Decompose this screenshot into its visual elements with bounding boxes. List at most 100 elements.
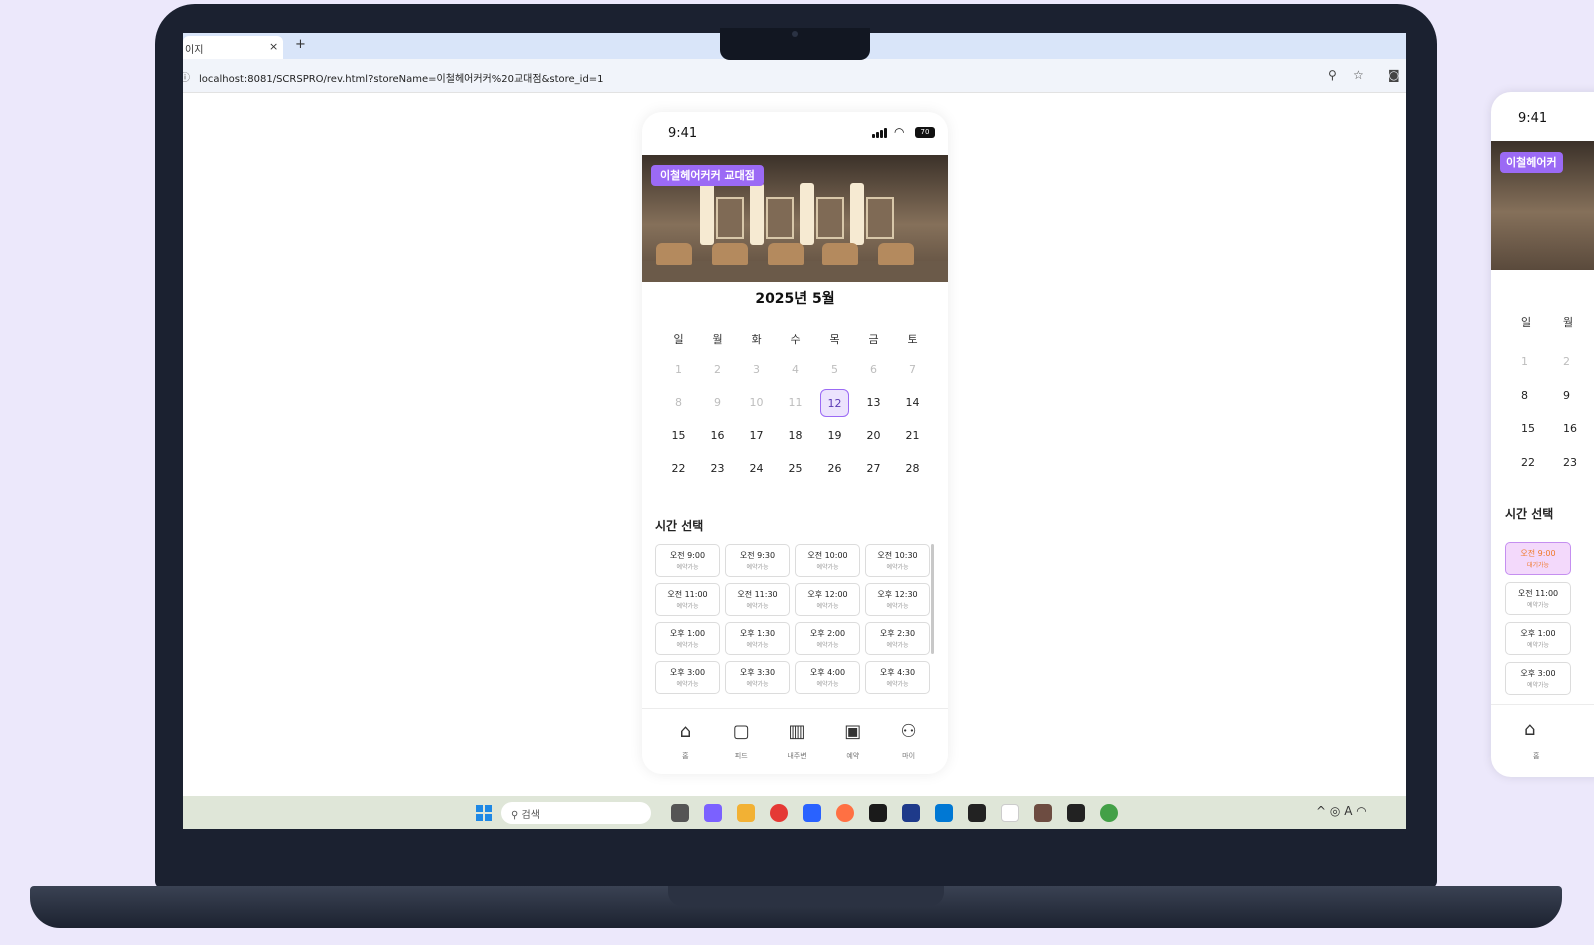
time-slot[interactable]: 오전 10:30 예약가능 (865, 544, 930, 577)
eye-off-icon[interactable]: ◎ (1330, 804, 1340, 818)
calendar-day[interactable]: 17 (737, 422, 776, 450)
calendar-day: 3 (753, 363, 760, 376)
tab-close-button[interactable]: × (269, 40, 278, 53)
app-icon[interactable] (902, 804, 920, 822)
time-slot[interactable]: 오후 3:30 예약가능 (725, 661, 790, 694)
time-slot[interactable]: 오후 3:00 예약가능 (1505, 662, 1571, 695)
nav-item-reservation[interactable]: ▣ 예약 (825, 709, 880, 774)
slot-status: 예약가능 (746, 681, 769, 688)
status-bar: 9:41 ◠ 70 (642, 112, 948, 155)
calendar-day[interactable]: 22 (659, 455, 698, 483)
calendar-day[interactable]: 19 (815, 422, 854, 450)
calendar-day: 2 (714, 363, 721, 376)
status-time: 9:41 (668, 126, 698, 141)
app-icon[interactable] (1034, 804, 1052, 822)
calendar-day[interactable]: 26 (815, 455, 854, 483)
copilot-icon[interactable] (704, 804, 722, 822)
taskbar-search[interactable]: ⚲ 검색 (501, 802, 651, 824)
file-explorer-icon[interactable] (737, 804, 755, 822)
new-tab-button[interactable]: + (295, 37, 306, 52)
calendar-day[interactable]: 24 (737, 455, 776, 483)
browser-tab[interactable]: 이지 × (183, 36, 283, 59)
weekday-label: 화 (751, 333, 762, 346)
calendar-day[interactable]: 9 (1563, 389, 1570, 402)
firefox-icon[interactable] (836, 804, 854, 822)
calendar-day[interactable]: 14 (893, 389, 932, 417)
time-slot[interactable]: 오후 12:00 예약가능 (795, 583, 860, 616)
calendar-day[interactable]: 18 (776, 422, 815, 450)
nav-item-my[interactable]: ⚇ 마이 (881, 709, 936, 774)
windows-start-icon[interactable] (476, 805, 492, 821)
calendar-day: 1 (1521, 355, 1528, 368)
weekday-label: 월 (1563, 316, 1574, 329)
calendar-day[interactable]: 27 (854, 455, 893, 483)
chevron-up-icon[interactable]: ^ (1316, 804, 1326, 818)
task-view-icon[interactable] (671, 804, 689, 822)
info-icon[interactable]: ⓘ (183, 69, 190, 84)
time-slot-selected[interactable]: 오전 9:00 대기가능 (1505, 542, 1571, 575)
calendar-day: 10 (749, 396, 764, 409)
nav-item-feed[interactable]: ▢ 피드 (714, 709, 769, 774)
weekday-label: 일 (673, 333, 684, 346)
slot-time: 오후 12:30 (877, 590, 918, 599)
calendar-day: 11 (788, 396, 803, 409)
calendar-week: 15 16 17 18 19 20 21 (659, 422, 932, 450)
calendar-day[interactable]: 13 (854, 389, 893, 417)
app-icon[interactable] (1067, 804, 1085, 822)
dropbox-icon[interactable] (869, 804, 887, 822)
time-slot[interactable]: 오후 2:30 예약가능 (865, 622, 930, 655)
time-slot[interactable]: 오후 4:30 예약가능 (865, 661, 930, 694)
time-slot[interactable]: 오전 11:30 예약가능 (725, 583, 790, 616)
calendar-day[interactable]: 8 (1521, 389, 1528, 402)
calendar-icon: ▣ (844, 721, 862, 742)
time-slot[interactable]: 오후 1:00 예약가능 (1505, 622, 1571, 655)
calendar-day[interactable]: 16 (698, 422, 737, 450)
time-slot[interactable]: 오전 10:00 예약가능 (795, 544, 860, 577)
url-text[interactable]: localhost:8081/SCRSPRO/rev.html?storeNam… (199, 70, 604, 85)
chrome-icon[interactable] (1100, 804, 1118, 822)
calendar-day[interactable]: 28 (893, 455, 932, 483)
font-icon[interactable]: A (1344, 804, 1352, 818)
slot-status: 예약가능 (816, 681, 839, 688)
editor-icon[interactable] (968, 804, 986, 822)
calendar-day[interactable]: 21 (893, 422, 932, 450)
time-slot[interactable]: 오전 9:00 예약가능 (655, 544, 720, 577)
chrome-icon[interactable] (770, 804, 788, 822)
calendar-day[interactable]: 23 (698, 455, 737, 483)
time-slot[interactable]: 오전 11:00 예약가능 (655, 583, 720, 616)
wifi-icon[interactable]: ◠ (1356, 804, 1366, 818)
time-slot[interactable]: 오전 9:30 예약가능 (725, 544, 790, 577)
tab-title: 이지 (185, 45, 204, 56)
calendar-day[interactable]: 16 (1563, 422, 1577, 435)
notepad-icon[interactable] (1001, 804, 1019, 822)
home-icon[interactable]: ⌂ (1524, 719, 1535, 740)
nav-item-nearby[interactable]: ▥ 내주변 (770, 709, 825, 774)
weekday-label: 토 (907, 333, 918, 346)
slot-status: 예약가능 (676, 642, 699, 649)
calendar-day[interactable]: 15 (1521, 422, 1535, 435)
time-slot[interactable]: 오후 1:30 예약가능 (725, 622, 790, 655)
slot-time: 오후 3:00 (669, 668, 706, 677)
time-slot[interactable]: 오전 11:00 예약가능 (1505, 582, 1571, 615)
camera-icon[interactable]: ◙ (1388, 68, 1400, 82)
calendar-day[interactable]: 20 (854, 422, 893, 450)
time-slot[interactable]: 오후 4:00 예약가능 (795, 661, 860, 694)
slot-status: 대기가능 (1526, 562, 1550, 569)
calendar-day-selected[interactable]: 12 (820, 389, 849, 417)
outlook-icon[interactable] (935, 804, 953, 822)
calendar-day[interactable]: 25 (776, 455, 815, 483)
battery-icon: 70 (915, 127, 935, 138)
zoom-icon[interactable]: ⚲ (1328, 68, 1337, 82)
time-slot[interactable]: 오후 1:00 예약가능 (655, 622, 720, 655)
calendar-day[interactable]: 22 (1521, 456, 1535, 469)
calendar-day[interactable]: 23 (1563, 456, 1577, 469)
time-slot[interactable]: 오후 2:00 예약가능 (795, 622, 860, 655)
slot-scrollbar[interactable] (931, 544, 934, 654)
time-slot[interactable]: 오후 3:00 예약가능 (655, 661, 720, 694)
camera-dot (792, 31, 798, 37)
time-slot[interactable]: 오후 12:30 예약가능 (865, 583, 930, 616)
store-icon[interactable] (803, 804, 821, 822)
star-icon[interactable]: ☆ (1353, 68, 1364, 82)
calendar-day[interactable]: 15 (659, 422, 698, 450)
nav-item-home[interactable]: ⌂ 홈 (658, 709, 713, 774)
